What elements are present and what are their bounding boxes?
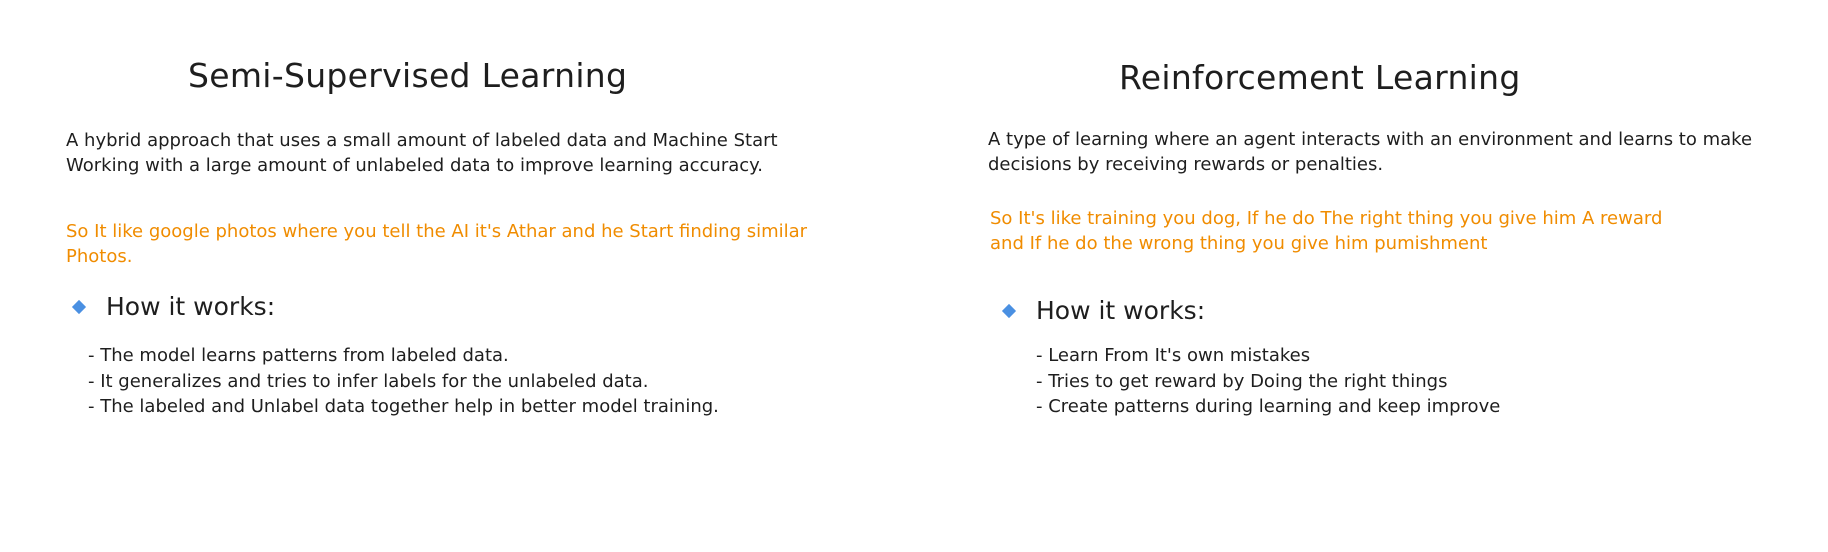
list-item: - The model learns patterns from labeled… (88, 345, 509, 366)
list-item: - The labeled and Unlabel data together … (88, 396, 719, 417)
semi-supervised-title: Semi-Supervised Learning (188, 56, 628, 95)
how-it-works-label: How it works: (1036, 296, 1206, 325)
semi-supervised-points: - The model learns patterns from labeled… (88, 343, 719, 420)
semi-supervised-description: A hybrid approach that uses a small amou… (66, 130, 778, 176)
list-item: - Tries to get reward by Doing the right… (1036, 370, 1448, 392)
reinforcement-how-heading: How it works: (1000, 296, 1205, 325)
semi-supervised-panel: Semi-Supervised Learning A hybrid approa… (0, 0, 900, 552)
diamond-icon (71, 299, 87, 314)
semi-supervised-how-heading: How it works: (70, 292, 275, 321)
list-item: - Create patterns during learning and ke… (1036, 396, 1501, 417)
semi-supervised-example: So It like google photos where you tell … (66, 221, 808, 267)
reinforcement-example: So It's like training you dog, If he do … (990, 208, 1663, 254)
how-it-works-label: How it works: (106, 292, 276, 321)
reinforcement-panel: Reinforcement Learning A type of learnin… (900, 0, 1828, 552)
diamond-icon (1001, 303, 1017, 318)
list-item: - Learn From It's own mistakes (1036, 345, 1311, 366)
list-item: - It generalizes and tries to infer labe… (88, 370, 649, 392)
reinforcement-points: - Learn From It's own mistakes - Tries t… (1036, 343, 1500, 420)
reinforcement-description: A type of learning where an agent intera… (988, 129, 1753, 175)
reinforcement-title: Reinforcement Learning (1119, 58, 1521, 97)
